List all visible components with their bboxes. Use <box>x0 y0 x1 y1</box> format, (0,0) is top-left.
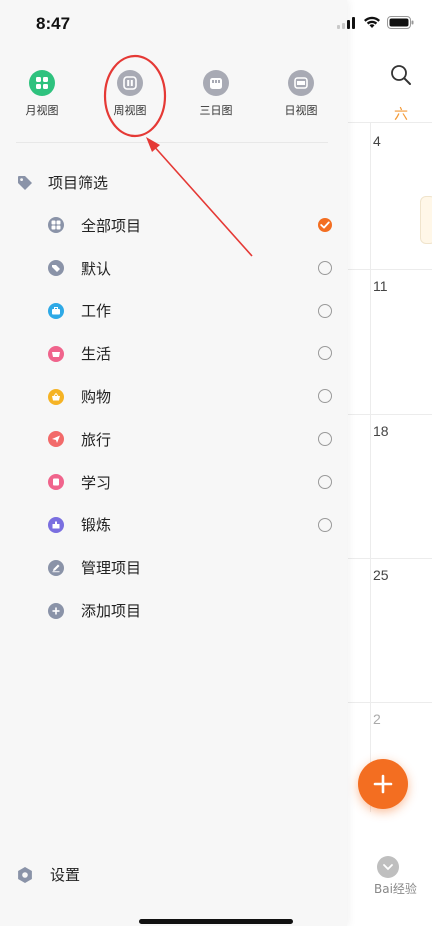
settings-item[interactable]: 设置 <box>16 864 80 885</box>
calendar-date: 11 <box>373 278 388 294</box>
project-label: 工作 <box>81 302 112 321</box>
search-button[interactable] <box>390 64 412 90</box>
view-week[interactable]: 周视图 <box>88 70 172 118</box>
dumbbell-icon <box>48 516 64 533</box>
radio-button[interactable] <box>318 517 332 532</box>
view-three-day[interactable]: 三日图 <box>174 70 258 118</box>
project-label: 全部项目 <box>81 216 142 235</box>
briefcase-icon <box>48 302 64 319</box>
project-item-life[interactable]: 生活 <box>48 332 338 375</box>
week-columns-icon <box>117 70 143 96</box>
settings-label: 设置 <box>50 866 81 884</box>
divider <box>16 142 328 143</box>
home-indicator <box>139 919 293 924</box>
project-label: 购物 <box>81 388 112 407</box>
project-list: 全部项目 默认 工作 生活 购物 旅行 学习 锻炼 管理项目 添加项目 <box>48 204 338 632</box>
event-chip[interactable] <box>420 196 432 244</box>
add-event-button[interactable] <box>358 759 408 809</box>
project-label: 添加项目 <box>81 602 142 621</box>
radio-button[interactable] <box>318 474 332 489</box>
view-day[interactable]: 日视图 <box>259 70 343 118</box>
cup-icon <box>48 345 64 362</box>
three-day-icon <box>203 70 229 96</box>
view-label: 月视图 <box>25 104 59 117</box>
radio-button[interactable] <box>318 431 332 446</box>
checkmark-icon <box>320 221 330 229</box>
plus-icon <box>373 774 393 794</box>
project-label: 锻炼 <box>81 516 112 535</box>
manage-projects-item[interactable]: 管理项目 <box>48 546 338 589</box>
project-label: 生活 <box>81 345 112 364</box>
month-grid-icon <box>29 70 55 96</box>
plane-icon <box>48 431 64 448</box>
grid-icon <box>48 217 64 234</box>
side-drawer: 月视图 周视图 三日图 日视图 项目筛选 全部项目 默认 工作 生活 购物 旅行… <box>0 0 347 926</box>
project-label: 学习 <box>81 473 112 492</box>
edit-icon <box>48 559 64 576</box>
view-label: 三日图 <box>199 104 233 117</box>
add-project-item[interactable]: 添加项目 <box>48 589 338 632</box>
wifi-icon <box>364 16 380 28</box>
project-label: 管理项目 <box>81 559 142 578</box>
checked-radio[interactable] <box>318 218 332 232</box>
project-item-travel[interactable]: 旅行 <box>48 418 338 461</box>
view-label: 周视图 <box>113 104 147 117</box>
search-icon <box>391 65 411 85</box>
project-label: 默认 <box>81 259 112 278</box>
tag-icon <box>48 260 64 277</box>
status-bar: 8:47 <box>0 0 432 50</box>
calendar-date: 18 <box>373 423 389 439</box>
calendar-background: 六 4 11 18 25 2 Bai经验 <box>348 0 432 926</box>
chevron-down-icon <box>383 864 393 871</box>
tag-icon <box>18 175 32 190</box>
collapse-button[interactable] <box>377 856 399 878</box>
project-item-shopping[interactable]: 购物 <box>48 375 338 418</box>
project-item-default[interactable]: 默认 <box>48 247 338 290</box>
calendar-week-row[interactable]: 11 <box>348 269 432 415</box>
basket-icon <box>48 388 64 405</box>
project-item-all[interactable]: 全部项目 <box>48 204 338 247</box>
project-label: 旅行 <box>81 430 112 449</box>
calendar-date: 25 <box>373 567 389 583</box>
battery-icon <box>387 16 414 29</box>
day-view-icon <box>288 70 314 96</box>
radio-button[interactable] <box>318 346 332 361</box>
view-switcher: 月视图 周视图 三日图 日视图 <box>0 70 347 130</box>
watermark: Bai经验 <box>374 882 417 896</box>
calendar-week-row[interactable]: 18 <box>348 414 432 559</box>
plus-icon <box>48 602 64 619</box>
project-item-study[interactable]: 学习 <box>48 461 338 504</box>
project-item-exercise[interactable]: 锻炼 <box>48 504 338 547</box>
filter-title: 项目筛选 <box>48 174 109 192</box>
radio-button[interactable] <box>318 389 332 404</box>
view-label: 日视图 <box>284 104 318 117</box>
status-time: 8:47 <box>36 14 71 33</box>
signal-icon <box>337 16 355 29</box>
weekday-header: 六 <box>394 107 408 123</box>
book-icon <box>48 474 64 491</box>
project-item-work[interactable]: 工作 <box>48 290 338 333</box>
system-indicators <box>337 16 414 29</box>
radio-button[interactable] <box>318 303 332 318</box>
radio-button[interactable] <box>318 260 332 275</box>
calendar-date: 2 <box>373 711 381 727</box>
calendar-date: 4 <box>373 133 381 149</box>
gear-icon <box>18 866 32 883</box>
calendar-week-row[interactable]: 4 <box>348 122 432 270</box>
project-filter-header: 项目筛选 <box>16 172 108 193</box>
calendar-week-row[interactable]: 25 <box>348 558 432 703</box>
view-month[interactable]: 月视图 <box>0 70 84 118</box>
